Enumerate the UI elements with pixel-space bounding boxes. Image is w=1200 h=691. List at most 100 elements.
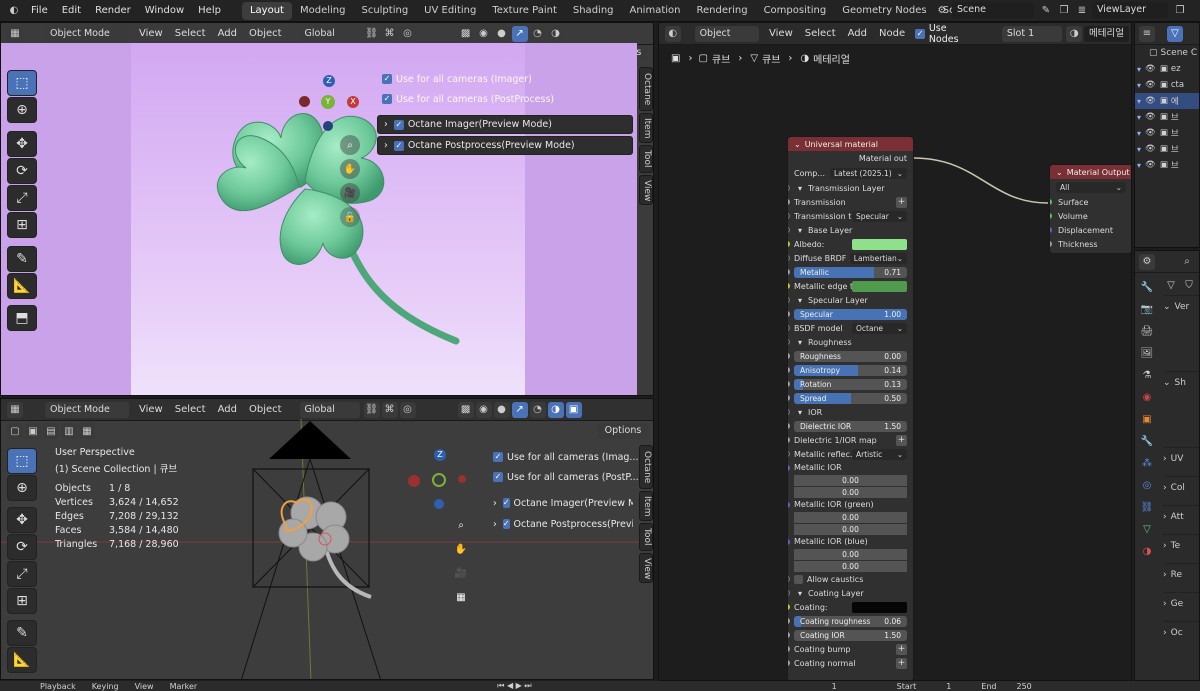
measure-tool-icon[interactable]: 📐 — [7, 273, 37, 299]
socket-icon[interactable] — [788, 576, 790, 582]
checkbox[interactable] — [794, 574, 803, 584]
timeline-view[interactable]: View — [135, 682, 154, 691]
move-tool-icon[interactable]: ✥ — [7, 131, 37, 157]
properties-editor[interactable]: ⚙ ⌕ 🔧 📷 🖨 🖼 ⚗ ◉ ▣ 🔧 ⁂ ◎ ⛓ ▽ ◑ ▽ ⛉ ⌄ Ver ⌄ Sh… — [1134, 250, 1200, 681]
socket-icon[interactable] — [788, 632, 790, 638]
editor-type-icon[interactable]: ▦ — [7, 25, 23, 42]
tab-rendering[interactable]: Rendering — [688, 2, 755, 20]
use-all-cameras-imager-check[interactable]: ✓ Use for all cameras (Imager) — [382, 69, 532, 89]
properties-section[interactable]: › Ge — [1163, 592, 1199, 621]
clover-object-solid[interactable] — [263, 487, 383, 607]
timeline-keying[interactable]: Keying — [92, 682, 119, 691]
chevron-down-icon[interactable]: ▾ — [798, 338, 802, 347]
properties-section[interactable]: › Col — [1163, 476, 1199, 505]
outliner-item[interactable]: ▾ 👁 ▣ 브 — [1135, 109, 1199, 125]
properties-section[interactable]: › Att — [1163, 505, 1199, 534]
outliner[interactable]: ≡ ▽ ▢ Scene C ▾ 👁 ▣ ez ▾ 👁 ▣ cta ▾ 👁 ▣ 에 ▾ 👁 ▣ 브 ▾ 👁 ▣ 브 ▾ 👁 ▣ 브… — [1134, 22, 1200, 248]
number-field[interactable]: 0.00 — [794, 560, 907, 572]
axis-z-icon[interactable]: Z — [434, 449, 446, 461]
render-tab-icon[interactable]: 📷 — [1139, 301, 1155, 317]
particles-tab-icon[interactable]: ⁂ — [1139, 455, 1155, 471]
socket-icon[interactable] — [788, 539, 790, 545]
modifier-tab-icon[interactable]: 🔧 — [1139, 433, 1155, 449]
chevron-down-icon[interactable]: ▾ — [798, 226, 802, 235]
eye-icon[interactable]: 👁 — [1145, 144, 1156, 154]
start-frame[interactable]: 1 — [946, 682, 951, 691]
transform-tool-icon[interactable]: ⊞ — [7, 588, 37, 614]
check-icon[interactable]: ✓ — [502, 498, 510, 508]
current-frame[interactable]: 1 — [832, 682, 837, 691]
axis-neg-x-icon[interactable] — [408, 475, 420, 487]
value-slider[interactable]: Specular 1.00 — [794, 308, 907, 320]
tab-compositing[interactable]: Compositing — [756, 2, 835, 20]
properties-section[interactable]: › Te — [1163, 534, 1199, 563]
editor-type-icon[interactable]: ≡ — [1139, 25, 1155, 42]
tool-tab-icon[interactable]: 🔧 — [1139, 279, 1155, 295]
target-dropdown[interactable]: All ⌄ — [1056, 181, 1126, 193]
chevron-down-icon[interactable]: ▾ — [798, 589, 802, 598]
socket-icon[interactable] — [788, 325, 790, 331]
menu-file[interactable]: File — [24, 0, 55, 22]
outliner-item[interactable]: ▾ 👁 ▣ 브 — [1135, 125, 1199, 141]
camera-icon[interactable]: ▣ — [1160, 64, 1168, 74]
pan-hand-icon[interactable]: ✋ — [451, 539, 471, 559]
socket-icon[interactable] — [1050, 241, 1052, 247]
socket-icon[interactable] — [788, 502, 790, 508]
overlay-icon[interactable]: ▩ — [457, 25, 474, 42]
socket-icon[interactable] — [788, 269, 790, 275]
material-output-node[interactable]: ⌄ Material Output All ⌄ Surface Volume Dis… — [1049, 164, 1131, 254]
shading-icon[interactable]: ● — [493, 25, 510, 42]
value-slider[interactable]: Dielectric IOR 1.50 — [794, 420, 907, 432]
gizmo-icon[interactable]: ◉ — [475, 25, 492, 42]
socket-icon[interactable] — [788, 409, 790, 415]
properties-section[interactable]: › Re — [1163, 563, 1199, 592]
color-swatch[interactable] — [852, 601, 907, 613]
check-icon[interactable]: ✓ — [393, 140, 404, 151]
value-slider[interactable]: Anisotropy 0.14 — [794, 364, 907, 376]
cursor-tool-icon[interactable]: ⊕ — [7, 97, 37, 123]
tab-texture-paint[interactable]: Texture Paint — [484, 2, 565, 20]
end-frame[interactable]: 250 — [1017, 682, 1032, 691]
socket-icon[interactable] — [788, 297, 790, 303]
outliner-item[interactable]: ▾ 👁 ▣ 브 — [1135, 141, 1199, 157]
menu-select[interactable]: Select — [169, 28, 212, 39]
view-layer-tab-icon[interactable]: 🖼 — [1139, 345, 1155, 361]
value-slider[interactable]: Rotation 0.13 — [794, 378, 907, 390]
eye-icon[interactable]: 👁 — [1145, 112, 1156, 122]
properties-section[interactable]: ⌄ Ver — [1163, 295, 1199, 371]
physics-tab-icon[interactable]: ◎ — [1139, 477, 1155, 493]
check-icon[interactable]: ✓ — [502, 519, 510, 529]
menu-render[interactable]: Render — [88, 0, 138, 22]
node-header[interactable]: ⌄ Universal material — [788, 137, 913, 151]
socket-icon[interactable] — [788, 241, 790, 247]
socket-icon[interactable] — [788, 367, 790, 373]
annotate-tool-icon[interactable]: ✎ — [7, 246, 37, 272]
tab-modeling[interactable]: Modeling — [292, 2, 354, 20]
editor-type-icon[interactable]: ⚙ — [1139, 253, 1155, 270]
octane-imager-panel[interactable]: › ✓ Octane Imager(Preview Mode) — [377, 115, 633, 134]
copy-icon[interactable]: ❐ — [1056, 2, 1072, 18]
outliner-scene-row[interactable]: ▢ Scene C — [1135, 45, 1199, 61]
socket-icon[interactable] — [788, 255, 790, 261]
search-icon[interactable]: ⌕ — [1179, 254, 1195, 270]
orientation-dropdown[interactable]: Global — [299, 25, 360, 42]
view-layer-field[interactable]: ViewLayer — [1092, 2, 1168, 18]
outliner-item[interactable]: ▾ 👁 ▣ cta — [1135, 77, 1199, 93]
measure-tool-icon[interactable]: 📐 — [7, 647, 37, 673]
eye-icon[interactable]: 👁 — [1145, 64, 1156, 74]
axis-x-icon[interactable] — [458, 475, 466, 483]
chevron-down-icon[interactable]: ▾ — [798, 184, 802, 193]
scene-field[interactable]: Scene — [952, 2, 1034, 18]
color-swatch[interactable] — [852, 280, 907, 292]
mode-dropdown[interactable]: Object Mode — [45, 25, 129, 42]
axis-z-icon[interactable]: Z — [323, 75, 335, 87]
outliner-item[interactable]: ▾ 👁 ▣ 브 — [1135, 157, 1199, 173]
chevron-down-icon[interactable]: ▾ — [798, 296, 802, 305]
eye-icon[interactable]: 👁 — [1145, 96, 1156, 106]
value-slider[interactable]: Metallic 0.71 — [794, 266, 907, 278]
menu-edit[interactable]: Edit — [55, 0, 88, 22]
socket-icon[interactable] — [788, 311, 790, 317]
tab-animation[interactable]: Animation — [622, 2, 689, 20]
tab-uv-editing[interactable]: UV Editing — [416, 2, 484, 20]
socket-icon[interactable] — [788, 437, 790, 443]
